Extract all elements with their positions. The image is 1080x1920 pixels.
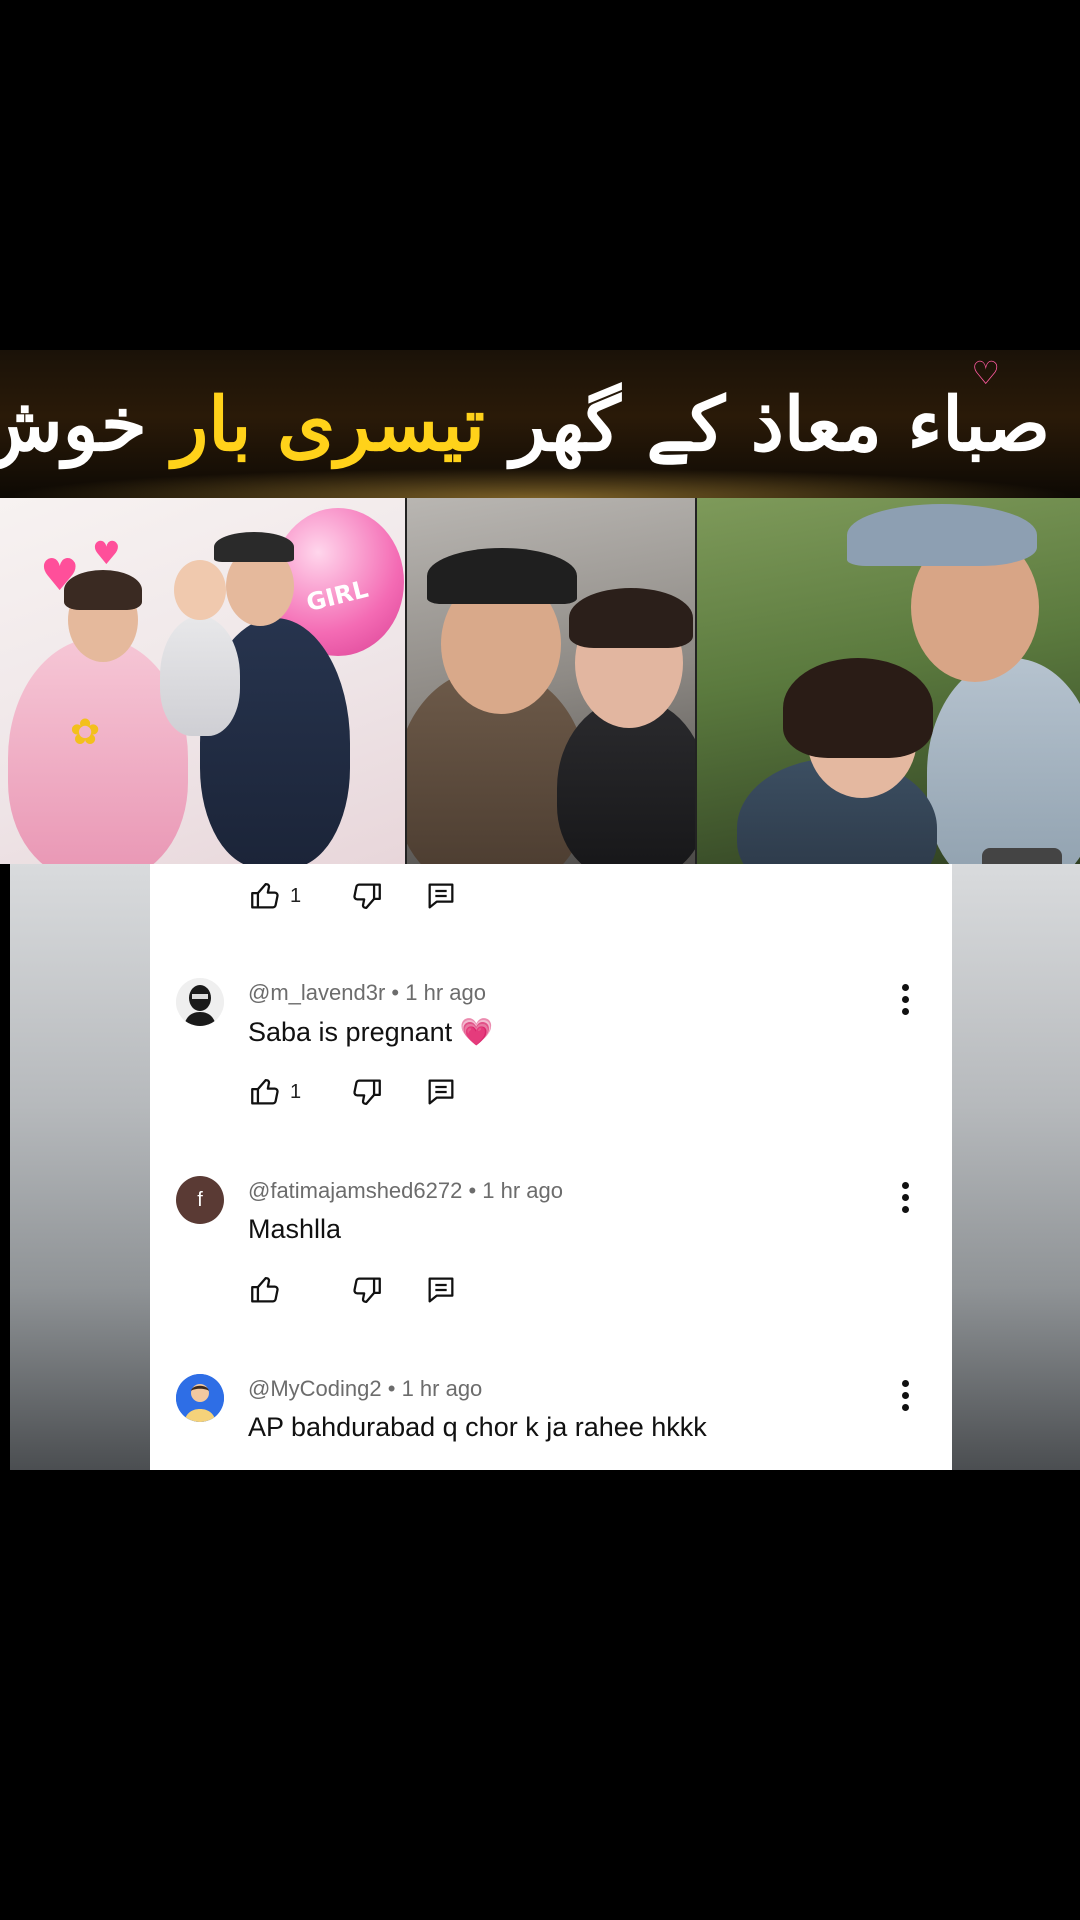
thumbs-down-icon	[353, 1079, 381, 1106]
reply-button[interactable]	[424, 879, 458, 913]
family-photo: ♥ ♥ GIRL ✿	[0, 498, 405, 864]
thumbs-up-icon	[251, 882, 279, 909]
couple-photo-2	[695, 498, 1080, 864]
comment-text: AP bahdurabad q chor k ja rahee hkkk	[248, 1412, 707, 1442]
balloon-text: GIRL	[303, 574, 371, 618]
thumbs-down-icon	[353, 883, 381, 910]
title-segment-1: صباء معاذ کے گھر	[484, 382, 1050, 468]
like-button[interactable]: 1	[248, 1075, 310, 1109]
comment-actions	[248, 1270, 498, 1310]
banner-glow	[0, 468, 1080, 498]
woman-hair	[783, 658, 934, 758]
reply-button[interactable]	[424, 1075, 458, 1109]
child-figure	[160, 616, 240, 736]
comment-author[interactable]: @m_lavend3r	[248, 980, 385, 1005]
more-vertical-icon[interactable]	[900, 1380, 910, 1414]
comment-meta: @m_lavend3r • 1 hr ago	[248, 980, 486, 1005]
title-segment-3: خوش خبری	[0, 382, 147, 468]
comment-time: 1 hr ago	[482, 1178, 564, 1203]
video-title-banner: ♡ صباء معاذ کے گھر تیسری بار خوش خبری	[0, 350, 1080, 498]
comment-item: @m_lavend3r • 1 hr ago Saba is pregnant …	[150, 978, 952, 1058]
man-cap	[847, 504, 1038, 566]
comment-actions: 1	[248, 876, 498, 916]
man-shirt	[927, 658, 1080, 864]
comment-text: Saba is pregnant 💗	[248, 1017, 494, 1047]
child-head	[174, 560, 226, 620]
reply-comment-icon	[428, 883, 454, 909]
woman-hair	[568, 588, 693, 648]
comment-meta: @fatimajamshed6272 • 1 hr ago	[248, 1178, 564, 1203]
comment-time: 1 hr ago	[405, 980, 486, 1005]
comment-actions: 1	[248, 1072, 498, 1112]
like-count: 1	[290, 884, 302, 907]
thumbs-up-icon	[251, 1276, 279, 1303]
dislike-button[interactable]	[350, 1075, 384, 1109]
comment-author[interactable]: @fatimajamshed6272	[248, 1178, 462, 1203]
duration-badge	[982, 848, 1062, 864]
comment-item: f @fatimajamshed6272 • 1 hr ago Mashlla	[150, 1176, 952, 1256]
man-cap	[214, 532, 294, 562]
cartoon-person-avatar[interactable]	[176, 1374, 224, 1422]
like-button[interactable]: 1	[248, 879, 310, 913]
masked-person-avatar-icon	[176, 978, 224, 1026]
reply-button[interactable]	[424, 1273, 458, 1307]
reply-comment-icon	[428, 1277, 454, 1303]
comments-panel: 1 @m_lavend3r • 1 hr ago Saba is pregnan…	[150, 864, 952, 1470]
video-title: صباء معاذ کے گھر تیسری بار خوش خبری	[0, 380, 1050, 470]
woman-hair	[64, 570, 142, 610]
dislike-button[interactable]	[350, 1273, 384, 1307]
couple-photo-1	[404, 498, 696, 864]
video-thumbnail-photos[interactable]: ♥ ♥ GIRL ✿	[0, 498, 1080, 864]
comment-item: @MyCoding2 • 1 hr ago AP bahdurabad q ch…	[150, 1374, 952, 1454]
comment-author[interactable]: @MyCoding2	[248, 1376, 382, 1401]
letter-avatar[interactable]: f	[176, 1176, 224, 1224]
comment-meta: @MyCoding2 • 1 hr ago	[248, 1376, 483, 1401]
comment-text: Mashlla	[248, 1214, 342, 1244]
more-vertical-icon[interactable]	[900, 1182, 910, 1216]
title-segment-2: تیسری بار	[172, 382, 485, 468]
cartoon-person-avatar-icon	[176, 1374, 224, 1422]
flower-icon: ✿	[70, 712, 101, 753]
man-cap	[426, 548, 577, 604]
comment-time: 1 hr ago	[401, 1376, 483, 1401]
dislike-button[interactable]	[350, 879, 384, 913]
more-vertical-icon[interactable]	[900, 984, 910, 1018]
like-button[interactable]	[248, 1273, 310, 1307]
thumbs-down-icon	[353, 1277, 381, 1304]
reply-comment-icon	[428, 1079, 454, 1105]
masked-person-avatar[interactable]	[176, 978, 224, 1026]
thumbs-up-icon	[251, 1078, 279, 1105]
like-count: 1	[290, 1080, 302, 1103]
heart-icon: ♥	[92, 534, 121, 572]
